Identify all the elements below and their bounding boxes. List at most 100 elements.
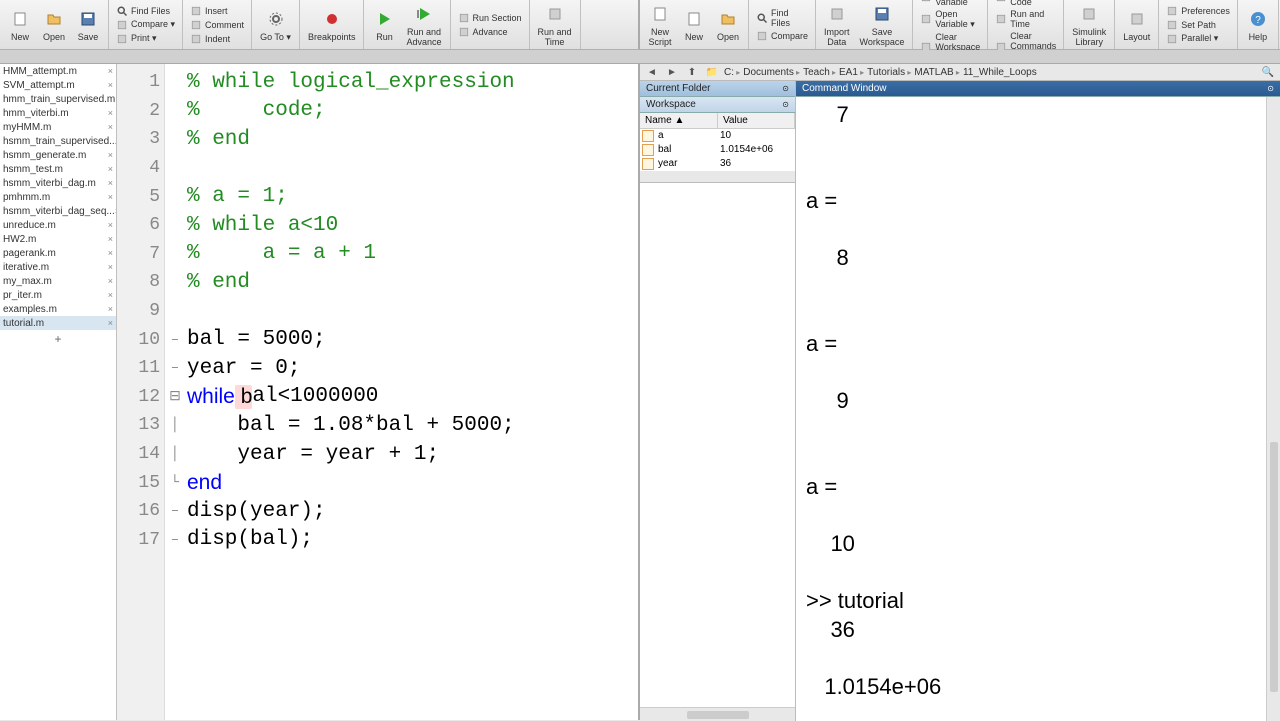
close-icon[interactable]: × [108,192,113,202]
close-icon[interactable]: × [108,304,113,314]
file-tab[interactable]: pr_iter.m× [0,288,116,302]
ribbon-new-button[interactable]: New [678,5,710,45]
ribbon-import-data-button[interactable]: ImportData [820,0,854,49]
file-tab[interactable]: myHMM.m× [0,120,116,134]
breadcrumb-segment[interactable]: Tutorials [867,67,911,78]
ribbon-run-button[interactable]: Run [368,5,400,45]
ribbon-simulink-library-button[interactable]: SimulinkLibrary [1068,0,1110,49]
horizontal-scrollbar[interactable] [640,707,795,721]
ribbon-print--button[interactable]: Print ▾ [113,32,178,46]
close-icon[interactable]: × [108,220,113,230]
ribbon-preferences-button[interactable]: Preferences [1163,4,1233,18]
ribbon-parallel--button[interactable]: Parallel ▾ [1163,32,1233,46]
ribbon-open-button[interactable]: Open [712,5,744,45]
workspace-variable-row[interactable]: bal1.0154e+06 [640,143,795,157]
ribbon-open-variable--button[interactable]: Open Variable ▾ [917,8,983,31]
ribbon-find-files-button[interactable]: Find Files [753,7,811,29]
ribbon-new-script-button[interactable]: NewScript [644,0,676,49]
close-icon[interactable]: × [108,108,113,118]
command-window[interactable]: 7 a = 8 a = 9 a = 10 >> tutorial 36 1.01… [796,97,1266,721]
close-icon[interactable]: × [108,150,113,160]
file-tab[interactable]: pagerank.m× [0,246,116,260]
cog-icon [264,7,288,31]
workspace-variable-row[interactable]: year36 [640,157,795,171]
file-tab[interactable]: iterative.m× [0,260,116,274]
breadcrumb[interactable]: C:DocumentsTeachEA1TutorialsMATLAB11_Whi… [724,67,1037,78]
breadcrumb-segment[interactable]: Documents [743,67,800,78]
ribbon-comment-button[interactable]: Comment [187,18,247,32]
vertical-scrollbar[interactable] [1266,97,1280,721]
file-tab[interactable]: SVM_attempt.m× [0,78,116,92]
close-icon[interactable]: × [108,234,113,244]
file-tab[interactable]: HMM_attempt.m× [0,64,116,78]
ws-col-value[interactable]: Value [718,113,795,128]
breadcrumb-segment[interactable]: 11_While_Loops [963,67,1037,78]
file-tab[interactable]: hsmm_test.m× [0,162,116,176]
workspace-panel-title[interactable]: Workspace⊙ [640,97,795,113]
current-folder-body[interactable] [640,183,795,707]
file-tab[interactable]: hsmm_generate.m× [0,148,116,162]
disk-icon [870,2,894,26]
close-icon[interactable]: × [108,276,113,286]
ribbon-analyze-code-button[interactable]: Analyze Code [992,0,1059,8]
file-tab[interactable]: pmhmm.m× [0,190,116,204]
ribbon-indent-button[interactable]: Indent [187,32,247,46]
workspace-variable-row[interactable]: a10 [640,129,795,143]
sec-icon [458,12,470,24]
ribbon-advance-button[interactable]: Advance [455,25,525,39]
close-icon[interactable]: × [108,80,113,90]
ribbon-breakpoints-button[interactable]: Breakpoints [304,5,360,45]
file-tab[interactable]: hsmm_viterbi_dag_seq...× [0,204,116,218]
close-icon[interactable]: × [108,178,113,188]
file-tab[interactable]: hmm_train_supervised.m× [0,92,116,106]
ribbon-save-workspace-button[interactable]: SaveWorkspace [856,0,909,49]
ribbon-run-section-button[interactable]: Run Section [455,11,525,25]
file-tab[interactable]: hmm_viterbi.m× [0,106,116,120]
close-icon[interactable]: × [108,122,113,132]
nav-back-icon[interactable]: ◄ [644,64,660,80]
close-icon[interactable]: × [108,262,113,272]
file-tab[interactable]: HW2.m× [0,232,116,246]
add-file-tab[interactable]: + [0,330,116,348]
code-editor[interactable]: 1234567891011121314151617 ––⊟││└–– % whi… [117,64,638,720]
breadcrumb-segment[interactable]: MATLAB [914,67,960,78]
ribbon-new-variable-button[interactable]: New Variable [917,0,983,8]
close-icon[interactable]: × [108,164,113,174]
ribbon-compare--button[interactable]: Compare ▾ [113,18,178,32]
ribbon-compare-button[interactable]: Compare [753,29,811,43]
current-folder-panel-title[interactable]: Current Folder⊙ [640,81,795,97]
address-bar[interactable]: ◄ ► ⬆ 📁 C:DocumentsTeachEA1TutorialsMATL… [640,64,1280,81]
ribbon-layout-button[interactable]: Layout [1119,5,1154,45]
nav-up-icon[interactable]: ⬆ [684,64,700,80]
command-window-title[interactable]: Command Window⊙ [796,81,1280,97]
close-icon[interactable]: × [108,290,113,300]
file-tab[interactable]: unreduce.m× [0,218,116,232]
close-icon[interactable]: × [108,248,113,258]
ribbon-go-to--button[interactable]: Go To ▾ [256,5,295,45]
nav-fwd-icon[interactable]: ► [664,64,680,80]
breadcrumb-segment[interactable]: C: [724,67,740,78]
file-tab[interactable]: my_max.m× [0,274,116,288]
ribbon-run-and-time-button[interactable]: Run andTime [534,0,576,49]
ribbon-run-and-advance-button[interactable]: Run andAdvance [402,0,445,49]
ws-col-name[interactable]: Name ▲ [640,113,718,128]
file-tab[interactable]: hsmm_viterbi_dag.m× [0,176,116,190]
file-tab[interactable]: examples.m× [0,302,116,316]
ribbon-run-and-time-button[interactable]: Run and Time [992,8,1059,30]
file-tab[interactable]: hsmm_train_supervised...× [0,134,116,148]
file-tab[interactable]: tutorial.m× [0,316,116,330]
search-icon[interactable]: 🔍 [1260,64,1276,80]
close-icon[interactable]: × [108,318,113,328]
breadcrumb-segment[interactable]: EA1 [839,67,864,78]
ribbon-set-path-button[interactable]: Set Path [1163,18,1233,32]
folder-icon[interactable]: 📁 [704,64,720,80]
variable-icon [642,130,654,142]
ribbon-insert-button[interactable]: Insert [187,4,247,18]
close-icon[interactable]: × [108,66,113,76]
ribbon-find-files-button[interactable]: Find Files [113,4,178,18]
breadcrumb-segment[interactable]: Teach [803,67,836,78]
ribbon-save-button[interactable]: Save [72,5,104,45]
ribbon-help-button[interactable]: ?Help [1242,5,1274,45]
ribbon-new-button[interactable]: New [4,5,36,45]
ribbon-open-button[interactable]: Open [38,5,70,45]
